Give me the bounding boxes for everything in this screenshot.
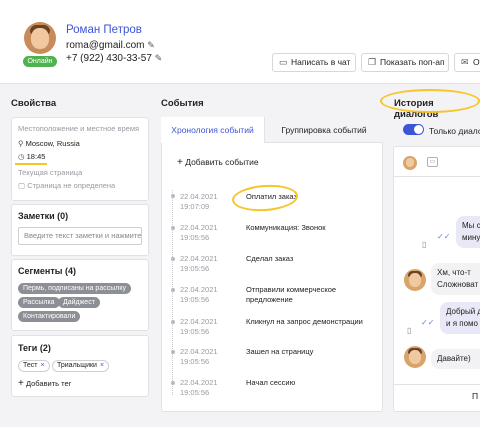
tab-grouping[interactable]: Группировка событий: [264, 117, 383, 143]
pin-icon: ⚲: [18, 139, 24, 148]
events-tabs: Хронология событий Группировка событий: [161, 117, 383, 143]
event-date: 22.04.2021 19:07:09: [180, 192, 218, 211]
edit-phone-icon[interactable]: ✎: [155, 53, 163, 63]
events-title: События: [161, 98, 204, 109]
add-event-button[interactable]: + Добавить событие: [177, 157, 259, 168]
event-text: Коммуникация: Звонок: [246, 223, 326, 232]
chat-icon: ▭: [279, 57, 288, 67]
notes-title: Заметки (0): [18, 211, 69, 221]
divider: [393, 384, 480, 385]
timeline-dot: [171, 381, 175, 385]
show-popup-button[interactable]: ❐ Показать поп-ап: [361, 53, 449, 72]
contact-avatar: [404, 346, 426, 368]
only-dialogs-label: Только диалоги: [429, 126, 480, 136]
current-page-label: Текущая страница: [18, 168, 83, 177]
event-date: 22.04.2021 19:05:56: [180, 223, 218, 242]
timeline-dot: [171, 194, 175, 198]
mail-icon: ✉: [461, 57, 469, 67]
message-bubble-out: Мы с мину: [456, 216, 480, 248]
popup-icon: ❐: [368, 57, 377, 67]
event-text: Зашел на страницу: [246, 347, 314, 356]
message-bubble-in: Хм, что-т Сложноват: [431, 263, 480, 295]
remove-tag-icon[interactable]: ×: [100, 362, 104, 369]
location-value: ⚲ Moscow, Russia: [18, 139, 80, 148]
add-tag-button[interactable]: + Добавить тег: [18, 378, 71, 389]
event-date: 22.04.2021 19:05:56: [180, 285, 218, 304]
event-date: 22.04.2021 19:05:56: [180, 378, 218, 397]
highlight-circle: [380, 89, 480, 113]
timeline-dot: [171, 257, 175, 261]
current-page-value: ▢ Страница не определена: [18, 181, 116, 190]
dialogs-footer-link[interactable]: П: [472, 391, 478, 401]
event-text: Сделал заказ: [246, 254, 294, 263]
write-to-chat-button[interactable]: ▭ Написать в чат: [272, 53, 356, 72]
timeline-dot: [171, 226, 175, 230]
segment-chip[interactable]: Дайджест: [58, 297, 100, 308]
local-time: ◷ 18:45: [18, 152, 46, 161]
event-text: Кликнул на запрос демонстрации: [246, 317, 363, 326]
tab-timeline[interactable]: Хронология событий: [161, 117, 264, 143]
event-text: Отправили коммерческое предложение: [246, 285, 337, 304]
segment-chip[interactable]: Пермь, подписаны на рассылку: [18, 283, 131, 294]
message-bubble-out: Добрый ди я помо: [440, 302, 480, 334]
email-button[interactable]: ✉От: [454, 53, 480, 72]
segment-chip[interactable]: Рассылка: [18, 297, 60, 308]
message-icon[interactable]: ▭: [427, 157, 438, 167]
device-icon: ▯: [422, 240, 427, 249]
timeline-dot: [171, 288, 175, 292]
only-dialogs-toggle[interactable]: [403, 124, 424, 135]
tag-chip[interactable]: Тест ×: [18, 360, 50, 372]
read-check-icon: ✓✓: [421, 318, 435, 327]
divider: [393, 176, 480, 177]
contact-avatar: [404, 269, 426, 291]
timeline-line: [172, 190, 173, 395]
remove-tag-icon[interactable]: ×: [40, 362, 44, 369]
edit-email-icon[interactable]: ✎: [147, 40, 155, 50]
device-icon: ▯: [407, 326, 412, 335]
clock-icon: ◷: [18, 152, 25, 161]
event-date: 22.04.2021 19:05:56: [180, 254, 218, 273]
segment-chip[interactable]: Контактировали: [18, 311, 81, 322]
user-phone: +7 (922) 430-33-57 ✎: [66, 53, 163, 64]
message-bubble-in: Давайте): [431, 349, 480, 369]
timeline-dot: [171, 350, 175, 354]
read-check-icon: ✓✓: [437, 232, 451, 241]
contact-avatar[interactable]: [403, 156, 417, 170]
note-input[interactable]: Введите текст заметки и нажмите...: [18, 227, 142, 245]
plus-icon: +: [177, 157, 183, 168]
user-avatar: [24, 22, 56, 54]
user-name[interactable]: Роман Петров: [66, 24, 142, 36]
event-date: 22.04.2021 19:05:56: [180, 347, 218, 366]
plus-icon: +: [18, 378, 24, 389]
properties-title: Свойства: [11, 98, 57, 109]
time-highlight: [15, 163, 47, 165]
event-text: Начал сессию: [246, 378, 296, 387]
online-status-badge: Онлайн: [23, 56, 57, 67]
segments-title: Сегменты (4): [18, 266, 76, 276]
tag-chip[interactable]: Триальщики ×: [52, 360, 110, 372]
event-date: 22.04.2021 19:05:56: [180, 317, 218, 336]
tags-title: Теги (2): [18, 343, 51, 353]
timeline-dot: [171, 320, 175, 324]
page-icon: ▢: [18, 181, 26, 190]
user-email: roma@gmail.com ✎: [66, 40, 155, 51]
location-label: Местоположение и местное время: [18, 124, 140, 133]
